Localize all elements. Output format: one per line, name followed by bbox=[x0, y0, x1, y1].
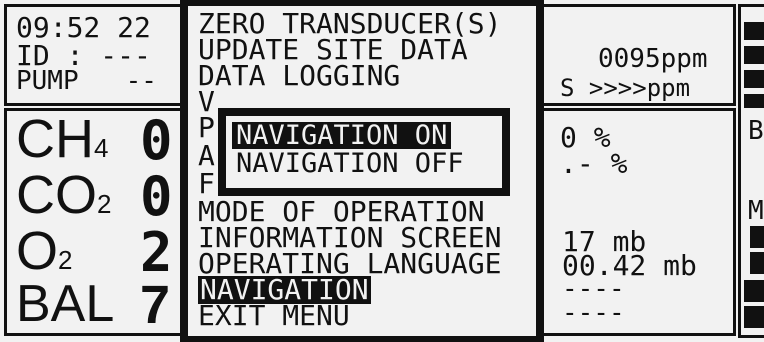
reading-percent-2: .- % bbox=[560, 147, 628, 180]
navigation-on-option[interactable]: NAVIGATION ON bbox=[232, 122, 452, 149]
gas-row-co2: CO2 bbox=[16, 168, 111, 222]
gas-value: 0 bbox=[140, 109, 173, 172]
gas-value: 0 bbox=[140, 165, 173, 228]
gas-label: CH bbox=[16, 109, 94, 169]
gas-value: 2 bbox=[140, 221, 173, 284]
gas-label: BAL bbox=[16, 275, 115, 333]
gas-row-bal: BAL bbox=[16, 278, 114, 330]
menu-item-p[interactable]: P bbox=[198, 114, 215, 142]
gas-subscript: 2 bbox=[58, 245, 73, 275]
gas-label: CO bbox=[16, 165, 97, 225]
edge-block bbox=[744, 70, 764, 88]
menu-item-exit-menu[interactable]: EXIT MENU bbox=[198, 302, 350, 330]
navigation-off-option[interactable]: NAVIGATION OFF bbox=[236, 150, 464, 177]
edge-letter: B bbox=[748, 116, 764, 146]
menu-item-data-logging[interactable]: DATA LOGGING bbox=[198, 62, 400, 90]
edge-block bbox=[744, 280, 764, 302]
edge-letter: M bbox=[748, 196, 764, 226]
menu-item-f[interactable]: F bbox=[198, 170, 215, 198]
gas-subscript: 2 bbox=[97, 189, 112, 219]
edge-block bbox=[744, 22, 764, 40]
pump-readout: PUMP -- bbox=[16, 66, 157, 96]
reading-ppm-over: S >>>>ppm bbox=[560, 74, 691, 102]
gas-subscript: 4 bbox=[94, 133, 109, 163]
gas-row-o2: O2 bbox=[16, 224, 72, 278]
edge-block bbox=[744, 306, 764, 328]
edge-block bbox=[744, 46, 764, 64]
gas-value: 7 bbox=[140, 275, 171, 335]
edge-block bbox=[744, 94, 764, 108]
gas-row-ch4: CH4 bbox=[16, 112, 108, 166]
gas-label: O bbox=[16, 221, 59, 281]
menu-item-a[interactable]: A bbox=[198, 142, 215, 170]
edge-block bbox=[750, 226, 764, 248]
reading-ppm: 0095ppm bbox=[598, 44, 708, 74]
reading-dashes-2: ---- bbox=[562, 298, 625, 328]
time-readout: 09:52 22 bbox=[16, 11, 151, 44]
edge-block bbox=[750, 252, 764, 274]
